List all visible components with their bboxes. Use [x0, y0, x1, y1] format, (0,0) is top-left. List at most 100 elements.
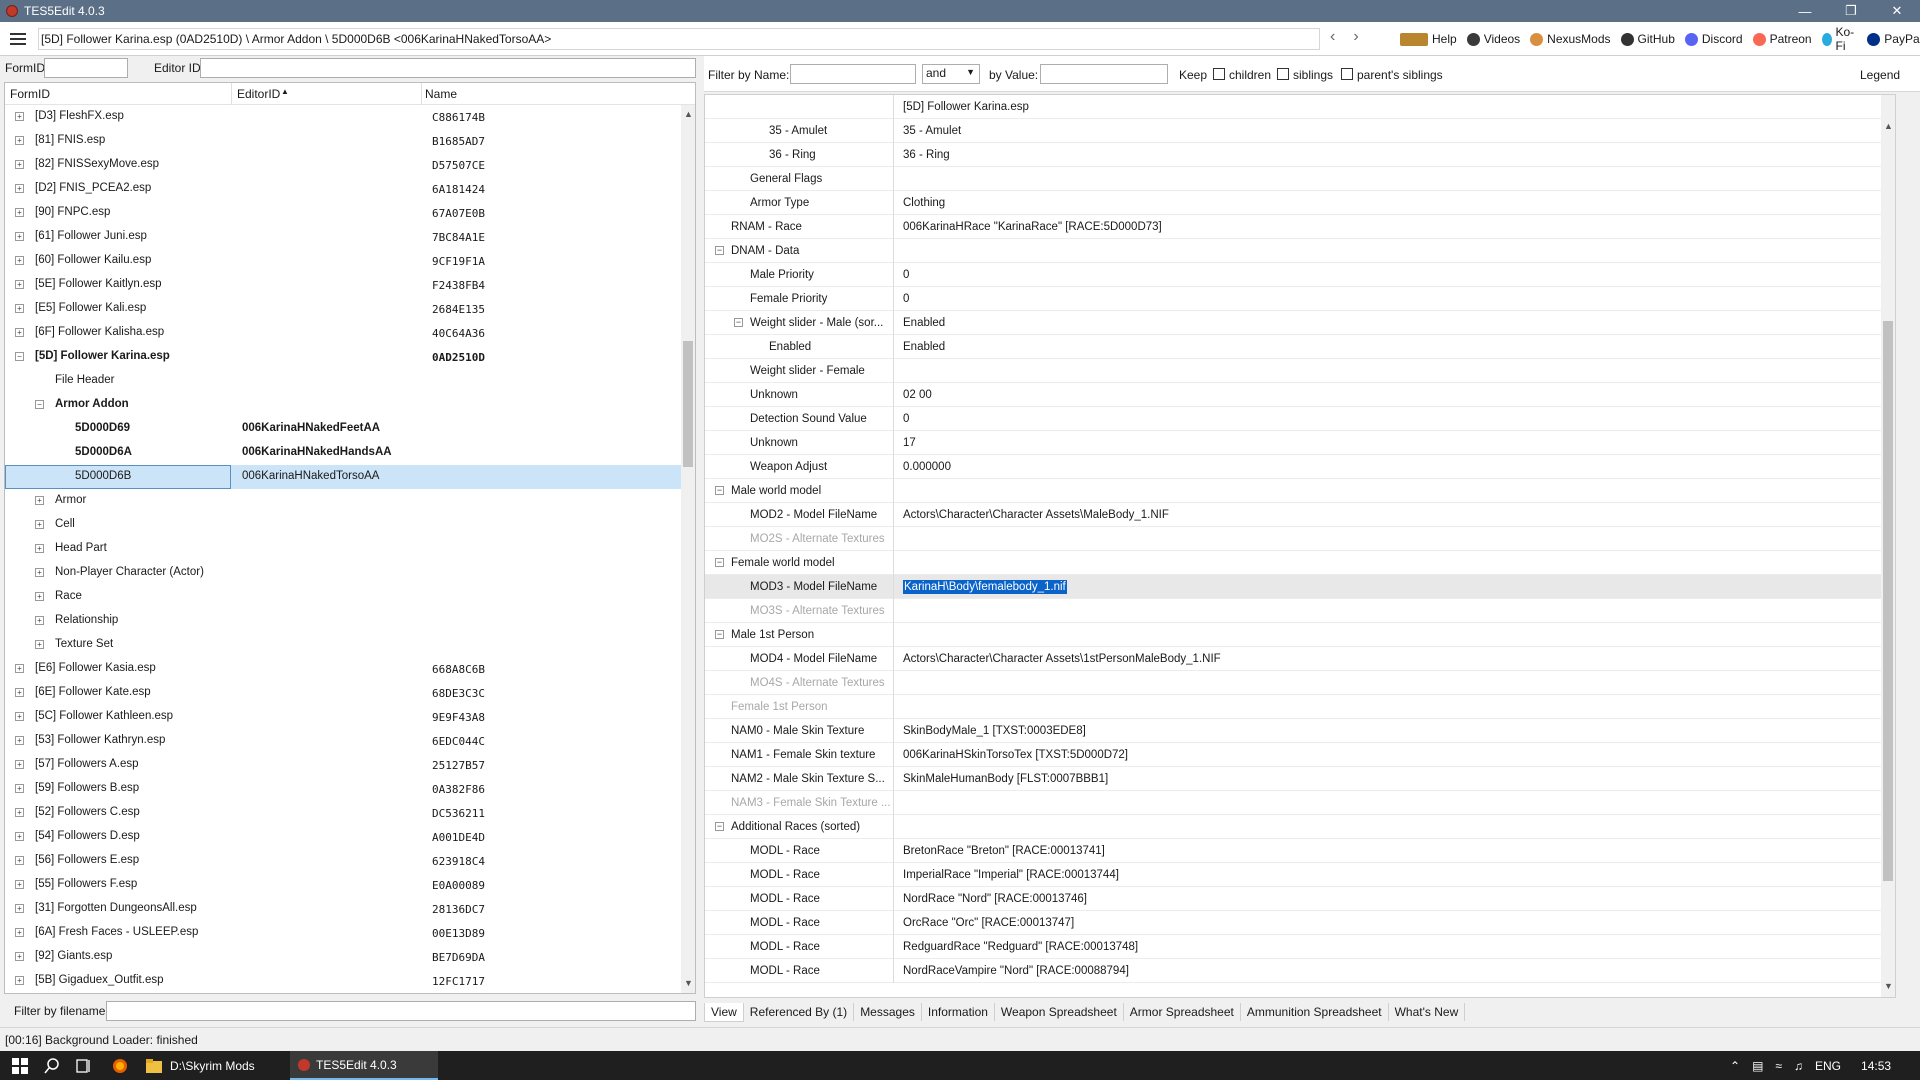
tab-referenced-by-1[interactable]: Referenced By (1): [744, 1003, 855, 1021]
view-row-value[interactable]: 0: [903, 269, 909, 281]
expand-icon[interactable]: +: [35, 544, 44, 553]
tree-row[interactable]: + [5E] Follower Kaitlyn.esp F2438FB4: [5, 273, 681, 297]
taskbar-tes5edit[interactable]: TES5Edit 4.0.3: [290, 1051, 438, 1080]
tree-row[interactable]: + [92] Giants.esp BE7D69DA: [5, 945, 681, 969]
view-row-value[interactable]: 0.000000: [903, 461, 951, 473]
expand-icon[interactable]: +: [15, 256, 24, 265]
tree-row[interactable]: + [90] FNPC.esp 67A07E0B: [5, 201, 681, 225]
link-discord[interactable]: Discord: [1684, 32, 1743, 46]
language-indicator[interactable]: ENG: [1815, 1059, 1841, 1073]
column-editorid[interactable]: EditorID: [237, 87, 280, 101]
view-row[interactable]: MODL - Race NordRaceVampire "Nord" [RACE:…: [705, 959, 1895, 983]
tree-row[interactable]: + [E6] Follower Kasia.esp 668A8C6B: [5, 657, 681, 681]
view-row-value[interactable]: KarinaH\Body\femalebody_1.nif: [903, 580, 1067, 594]
expand-icon[interactable]: +: [15, 328, 24, 337]
tree-row[interactable]: + Relationship: [5, 609, 681, 633]
expand-icon[interactable]: +: [15, 160, 24, 169]
tree-row[interactable]: + [D3] FleshFX.esp C886174B: [5, 105, 681, 129]
link-github[interactable]: GitHub: [1620, 32, 1675, 46]
tree-row[interactable]: + Cell: [5, 513, 681, 537]
expand-icon[interactable]: +: [15, 760, 24, 769]
tree-row[interactable]: + [57] Followers A.esp 25127B57: [5, 753, 681, 777]
view-row-value[interactable]: NordRace "Nord" [RACE:00013746]: [903, 893, 1087, 905]
view-row[interactable]: Enabled Enabled: [705, 335, 1895, 359]
windows-start-icon[interactable]: [8, 1051, 32, 1080]
view-row[interactable]: MOD4 - Model FileName Actors\Character\Ch…: [705, 647, 1895, 671]
keep-parents-siblings-checkbox[interactable]: [1341, 68, 1353, 80]
expand-icon[interactable]: +: [15, 712, 24, 721]
expand-icon[interactable]: +: [15, 784, 24, 793]
view-row[interactable]: Weight slider - Female: [705, 359, 1895, 383]
link-nexusmods[interactable]: NexusMods: [1530, 32, 1611, 46]
tree-row[interactable]: File Header: [5, 369, 681, 393]
link-videos[interactable]: Videos: [1466, 32, 1520, 46]
view-row[interactable]: − DNAM - Data: [705, 239, 1895, 263]
view-row[interactable]: 36 - Ring 36 - Ring: [705, 143, 1895, 167]
view-row-value[interactable]: BretonRace "Breton" [RACE:00013741]: [903, 845, 1105, 857]
view-row[interactable]: Armor Type Clothing: [705, 191, 1895, 215]
collapse-icon[interactable]: −: [35, 400, 44, 409]
tree-row[interactable]: + [6A] Fresh Faces - USLEEP.esp 00E13D89: [5, 921, 681, 945]
tree-row[interactable]: + Armor: [5, 489, 681, 513]
view-row-value[interactable]: 0: [903, 293, 909, 305]
tab-armor-spreadsheet[interactable]: Armor Spreadsheet: [1124, 1003, 1241, 1021]
view-row-value[interactable]: Actors\Character\Character Assets\MaleBo…: [903, 509, 1169, 521]
expand-icon[interactable]: +: [35, 592, 44, 601]
maximize-button[interactable]: ❐: [1828, 0, 1874, 22]
expand-icon[interactable]: +: [15, 880, 24, 889]
view-row-value[interactable]: Clothing: [903, 197, 945, 209]
expand-icon[interactable]: +: [15, 208, 24, 217]
tab-weapon-spreadsheet[interactable]: Weapon Spreadsheet: [995, 1003, 1124, 1021]
tree-row[interactable]: + [53] Follower Kathryn.esp 6EDC044C: [5, 729, 681, 753]
view-row-value[interactable]: SkinMaleHumanBody [FLST:0007BBB1]: [903, 773, 1108, 785]
view-scroll-thumb[interactable]: [1883, 321, 1893, 881]
expand-icon[interactable]: +: [15, 184, 24, 193]
tab-what-s-new[interactable]: What's New: [1389, 1003, 1466, 1021]
taskbar-explorer[interactable]: D:\Skyrim Mods: [140, 1051, 286, 1080]
expand-icon[interactable]: +: [15, 232, 24, 241]
view-row[interactable]: Male Priority 0: [705, 263, 1895, 287]
collapse-icon[interactable]: −: [715, 630, 724, 639]
link-paypal[interactable]: PayPal: [1867, 32, 1920, 46]
expand-icon[interactable]: +: [35, 616, 44, 625]
tab-messages[interactable]: Messages: [854, 1003, 922, 1021]
forward-arrow-icon[interactable]: ›: [1353, 28, 1358, 46]
view-row[interactable]: MO2S - Alternate Textures: [705, 527, 1895, 551]
view-row[interactable]: Weapon Adjust 0.000000: [705, 455, 1895, 479]
filename-filter-input[interactable]: [106, 1001, 696, 1021]
link-help[interactable]: Help: [1400, 32, 1457, 46]
chevron-up-icon[interactable]: ⌃: [1730, 1059, 1740, 1073]
expand-icon[interactable]: +: [15, 976, 24, 985]
tree-row[interactable]: + [60] Follower Kailu.esp 9CF19F1A: [5, 249, 681, 273]
view-row[interactable]: Female Priority 0: [705, 287, 1895, 311]
view-row-value[interactable]: ImperialRace "Imperial" [RACE:00013744]: [903, 869, 1119, 881]
scroll-up-icon[interactable]: ▲: [684, 109, 693, 119]
search-icon[interactable]: [40, 1051, 64, 1080]
view-row[interactable]: 35 - Amulet 35 - Amulet: [705, 119, 1895, 143]
tree-row[interactable]: + [D2] FNIS_PCEA2.esp 6A181424: [5, 177, 681, 201]
view-row-value[interactable]: 35 - Amulet: [903, 125, 961, 137]
view-row-value[interactable]: OrcRace "Orc" [RACE:00013747]: [903, 917, 1074, 929]
view-row[interactable]: MO3S - Alternate Textures: [705, 599, 1895, 623]
expand-icon[interactable]: +: [35, 496, 44, 505]
view-row[interactable]: RNAM - Race 006KarinaHRace "KarinaRace" […: [705, 215, 1895, 239]
view-row-value[interactable]: 006KarinaHSkinTorsoTex [TXST:5D000D72]: [903, 749, 1128, 761]
tree-row[interactable]: − [5D] Follower Karina.esp 0AD2510D: [5, 345, 681, 369]
close-button[interactable]: ✕: [1874, 0, 1920, 22]
scroll-down-icon[interactable]: ▼: [1884, 981, 1893, 991]
expand-icon[interactable]: +: [15, 808, 24, 817]
expand-icon[interactable]: +: [15, 952, 24, 961]
tab-view[interactable]: View: [704, 1002, 744, 1022]
view-row-value[interactable]: 02 00: [903, 389, 932, 401]
tree-row[interactable]: + Head Part: [5, 537, 681, 561]
back-arrow-icon[interactable]: ‹: [1330, 28, 1335, 46]
expand-icon[interactable]: +: [15, 856, 24, 865]
view-row[interactable]: Unknown 02 00: [705, 383, 1895, 407]
view-row-value[interactable]: SkinBodyMale_1 [TXST:0003EDE8]: [903, 725, 1086, 737]
expand-icon[interactable]: +: [15, 832, 24, 841]
view-row[interactable]: MOD3 - Model FileName KarinaH\Body\female…: [705, 575, 1895, 599]
expand-icon[interactable]: +: [15, 904, 24, 913]
view-row[interactable]: Unknown 17: [705, 431, 1895, 455]
task-view-icon[interactable]: [72, 1051, 96, 1080]
view-row-value[interactable]: Enabled: [903, 317, 945, 329]
